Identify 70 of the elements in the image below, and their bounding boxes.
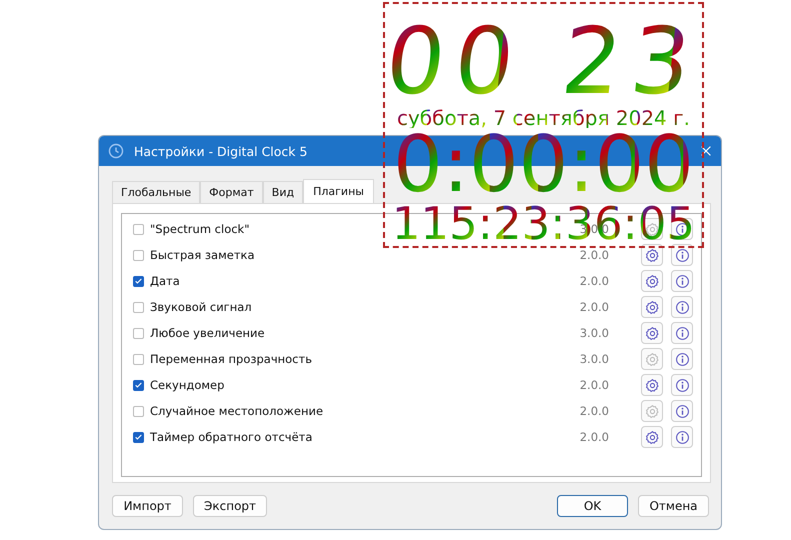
info-icon <box>674 274 690 288</box>
settings-button[interactable] <box>641 426 663 448</box>
tab[interactable]: Вид <box>262 181 304 203</box>
gear-icon <box>644 300 660 314</box>
plugin-version: 2.0.0 <box>580 404 609 418</box>
info-icon <box>674 300 690 314</box>
info-button[interactable] <box>671 270 693 292</box>
check-icon <box>134 380 143 390</box>
checkbox[interactable] <box>133 354 144 364</box>
checkbox[interactable] <box>133 302 144 312</box>
clock-icon <box>108 143 124 159</box>
plugin-version: 2.0.0 <box>580 274 609 288</box>
settings-button[interactable] <box>641 270 663 292</box>
info-icon <box>674 404 690 418</box>
checkbox[interactable] <box>133 276 144 286</box>
info-button[interactable] <box>671 244 693 266</box>
info-button[interactable] <box>671 400 693 422</box>
gear-icon <box>644 352 660 366</box>
plugin-name: Секундомер <box>150 378 226 392</box>
settings-button[interactable] <box>641 244 663 266</box>
plugin-name: Дата <box>150 274 181 288</box>
plugin-name: "Spectrum clock" <box>150 222 250 236</box>
checkbox[interactable] <box>133 250 144 260</box>
tab[interactable]: Формат <box>200 181 263 203</box>
gear-icon <box>644 404 660 418</box>
info-icon <box>674 248 690 262</box>
plugin-name: Любое увеличение <box>150 326 266 340</box>
info-button[interactable] <box>671 426 693 448</box>
dialog-button[interactable]: Отмена <box>638 495 709 517</box>
plugin-version: 3.0.0 <box>580 352 609 366</box>
checkbox[interactable] <box>133 406 144 416</box>
plugin-version: 3.0.0 <box>580 326 609 340</box>
gear-icon <box>644 274 660 288</box>
plugin-name: Таймер обратного отсчёта <box>150 430 314 444</box>
close-icon[interactable] <box>699 144 713 158</box>
info-icon <box>674 352 690 366</box>
dialog-button[interactable]: Импорт <box>112 495 183 517</box>
gear-icon <box>644 430 660 444</box>
plugin-version: 2.0.0 <box>580 300 609 314</box>
tab[interactable]: Глобальные <box>112 181 200 203</box>
checkbox[interactable] <box>133 432 144 442</box>
window-title: Настройки - Digital Clock 5 <box>134 144 308 158</box>
dialog-button[interactable]: Экспорт <box>193 495 268 517</box>
plugin-name: Звуковой сигнал <box>150 300 253 314</box>
plugin-name: Переменная прозрачность <box>150 352 313 366</box>
settings-button[interactable] <box>641 374 663 396</box>
dialog-button[interactable]: OK <box>557 495 628 517</box>
tab[interactable]: Плагины <box>303 179 374 203</box>
info-button[interactable] <box>671 374 693 396</box>
info-button[interactable] <box>671 296 693 318</box>
plugin-version: 2.0.0 <box>580 248 609 262</box>
plugin-name: Случайное местоположение <box>150 404 324 418</box>
plugin-version: 2.0.0 <box>580 430 609 444</box>
gear-icon <box>644 248 660 262</box>
check-icon <box>134 432 143 442</box>
checkbox[interactable] <box>133 224 144 234</box>
settings-button[interactable] <box>641 322 663 344</box>
gear-icon <box>644 326 660 340</box>
info-button[interactable] <box>671 322 693 344</box>
plugin-version: 2.0.0 <box>580 378 609 392</box>
info-icon <box>674 378 690 392</box>
checkbox[interactable] <box>133 328 144 338</box>
settings-button[interactable] <box>641 296 663 318</box>
checkbox[interactable] <box>133 380 144 390</box>
plugin-name: Быстрая заметка <box>150 248 256 262</box>
info-icon <box>674 326 690 340</box>
info-icon <box>674 430 690 444</box>
info-button[interactable] <box>671 348 693 370</box>
gear-icon <box>644 378 660 392</box>
check-icon <box>134 276 143 286</box>
